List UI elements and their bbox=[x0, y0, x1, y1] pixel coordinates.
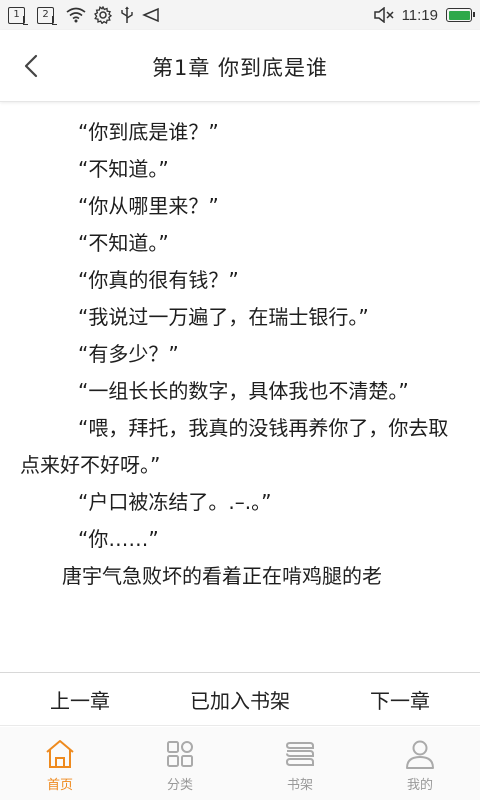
chapter-title: 第1章 你到底是谁 bbox=[151, 56, 329, 80]
tab-label: 书架 bbox=[286, 778, 313, 793]
tab-label: 分类 bbox=[166, 778, 193, 793]
paragraph: “有多少？” bbox=[78, 342, 179, 366]
tab-profile[interactable]: 我的 bbox=[360, 727, 480, 793]
chapter-content[interactable]: “你到底是谁？” “不知道。” “你从哪里来？” “不知道。” “你真的很有钱？… bbox=[0, 102, 480, 670]
paragraph: “你真的很有钱？” bbox=[78, 268, 239, 292]
paragraph: “户口被冻结了。.–.。” bbox=[78, 490, 272, 514]
paragraph: “不知道。” bbox=[78, 157, 169, 181]
status-time: 11:19 bbox=[401, 6, 438, 24]
battery-level bbox=[448, 10, 470, 20]
bookshelf-icon bbox=[285, 742, 314, 766]
add-to-bookshelf-button[interactable]: 已加入书架 bbox=[160, 685, 320, 714]
wifi-icon bbox=[66, 7, 86, 23]
status-bar-left: 1 2 bbox=[8, 6, 160, 25]
reader-header: 第1章 你到底是谁 bbox=[0, 30, 480, 102]
paragraph: “你到底是谁？” bbox=[78, 120, 219, 144]
profile-icon bbox=[406, 740, 434, 769]
settings-gear-icon bbox=[94, 6, 112, 24]
status-bar: 1 2 11:19 bbox=[0, 0, 480, 30]
status-bar-right: 11:19 bbox=[373, 6, 475, 24]
next-chapter-button[interactable]: 下一章 bbox=[320, 685, 480, 714]
tab-category[interactable]: 分类 bbox=[120, 727, 240, 793]
notification-icon bbox=[142, 7, 159, 23]
paragraph: “不知道。” bbox=[78, 231, 169, 255]
mute-icon bbox=[373, 7, 394, 23]
usb-icon bbox=[121, 6, 133, 23]
paragraph: “我说过一万遍了，在瑞士银行。” bbox=[78, 305, 369, 329]
category-icon bbox=[167, 741, 193, 767]
paragraph: “喂，拜托，我真的没钱再养你了，你去取点来好不好呀。” bbox=[20, 416, 449, 477]
paragraph: “一组长长的数字，具体我也不清楚。” bbox=[78, 379, 409, 403]
home-icon bbox=[46, 740, 74, 768]
tab-label: 首页 bbox=[46, 778, 73, 793]
tab-bookshelf[interactable]: 书架 bbox=[240, 727, 360, 793]
paragraph: “你……” bbox=[78, 527, 159, 551]
bottom-tab-bar: 首页 分类 书架 我的 bbox=[0, 727, 480, 800]
sim2-signal-icon: 2 bbox=[37, 6, 57, 25]
battery-icon bbox=[446, 8, 475, 22]
paragraph: 唐宇气急败坏的看着正在啃鸡腿的老 bbox=[62, 564, 382, 588]
tab-label: 我的 bbox=[406, 778, 433, 793]
tab-home[interactable]: 首页 bbox=[0, 727, 120, 793]
prev-chapter-button[interactable]: 上一章 bbox=[0, 685, 160, 714]
chapter-navigation: 上一章 已加入书架 下一章 bbox=[0, 672, 480, 726]
sim1-signal-icon: 1 bbox=[8, 6, 28, 25]
paragraph: “你从哪里来？” bbox=[78, 194, 219, 218]
